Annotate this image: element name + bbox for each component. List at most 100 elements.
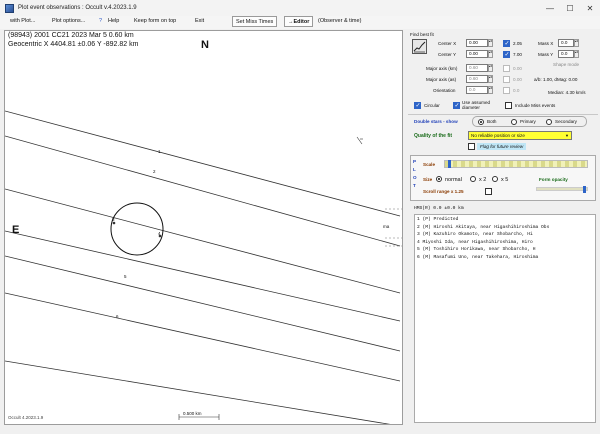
north-label: N bbox=[201, 39, 209, 51]
window-title: Plot event observations : Occult v.4.202… bbox=[18, 5, 137, 11]
quality-select-value: No reliable position or size bbox=[471, 133, 525, 138]
list-item[interactable]: 6 (M) Masafumi Uno, near Takehara, Hiros… bbox=[417, 254, 593, 262]
observers-list[interactable]: 1 (P) Predicted 2 (M) Hiroshi Akitaya, n… bbox=[414, 214, 596, 423]
center-y-label: Center Y bbox=[438, 52, 457, 57]
circular-checkbox[interactable] bbox=[414, 102, 421, 109]
scale-label: Scale bbox=[423, 162, 436, 167]
find-best-fit-button[interactable] bbox=[412, 39, 427, 54]
app-icon bbox=[5, 3, 14, 13]
opacity-slider-thumb[interactable] bbox=[583, 186, 586, 193]
fit-panel: Find best fit Center X 0.00 ▴▾ 2.05 Mass… bbox=[408, 30, 600, 425]
help-icon: ? bbox=[99, 18, 103, 24]
plot-side-label-o: O bbox=[413, 175, 417, 180]
chevron-down-icon: ▼ bbox=[565, 133, 569, 138]
chord-label: 5 bbox=[124, 274, 127, 279]
major-axis-km-input[interactable]: 0.60 bbox=[466, 64, 488, 72]
center-y-spinner[interactable]: ▴▾ bbox=[488, 50, 493, 58]
center-y-checkbox[interactable] bbox=[503, 51, 510, 58]
list-item[interactable]: 4 Miyoshi Ida, near Higashihiroshima, Hi… bbox=[417, 239, 593, 247]
list-item[interactable]: 2 (M) Hiroshi Akitaya, near Higashihiros… bbox=[417, 224, 593, 232]
mass-y-spinner[interactable]: ▴▾ bbox=[574, 50, 579, 58]
chord-label: 2 bbox=[153, 169, 156, 174]
chord-line bbox=[5, 135, 401, 247]
major-axis-km-checkbox[interactable] bbox=[503, 65, 510, 72]
flag-review-checkbox[interactable] bbox=[468, 143, 475, 150]
orientation-spinner[interactable]: ▴▾ bbox=[488, 86, 493, 94]
chord-line bbox=[5, 110, 401, 217]
double-both-radio[interactable] bbox=[478, 118, 484, 125]
editor-button[interactable]: →Editor bbox=[284, 16, 314, 27]
circular-label: Circular bbox=[424, 103, 440, 108]
chord-line bbox=[5, 188, 401, 294]
list-item[interactable]: 5 (M) Toshihiro Horikawa, near Shobarcho… bbox=[417, 246, 593, 254]
include-miss-checkbox[interactable] bbox=[505, 102, 512, 109]
orientation-checkbox[interactable] bbox=[503, 87, 510, 94]
mass-y-label: Mass Y bbox=[538, 52, 554, 57]
major-axis-spinner[interactable]: ▴▾ bbox=[488, 75, 493, 83]
menu-with-plot[interactable]: with Plot... bbox=[10, 18, 35, 24]
orientation-input[interactable]: 0.0 bbox=[466, 86, 488, 94]
major-axis-km-spinner[interactable]: ▴▾ bbox=[488, 64, 493, 72]
miss-label: ma bbox=[383, 224, 390, 229]
scroll-range-checkbox[interactable] bbox=[485, 188, 492, 195]
center-x-checkbox[interactable] bbox=[503, 40, 510, 47]
plot-side-label-t: T bbox=[413, 183, 416, 188]
plot-area[interactable]: (98943) 2001 CC21 2023 Mar 5 0.60 km Geo… bbox=[4, 30, 403, 425]
divider bbox=[408, 114, 598, 115]
menu-keep-on-top[interactable]: Keep form on top bbox=[134, 18, 176, 24]
close-button[interactable]: ✕ bbox=[580, 0, 600, 16]
chord-label: 6 bbox=[116, 314, 119, 319]
scroll-range-label: Scroll range x 1.25 bbox=[423, 189, 464, 194]
version-label: Occult 4.2023.1.9 bbox=[8, 415, 44, 420]
center-x-input[interactable]: 0.00 bbox=[466, 39, 488, 47]
size-x2-label: x 2 bbox=[479, 177, 487, 183]
form-opacity-label: Form opacity bbox=[539, 177, 568, 182]
fit-icon bbox=[413, 41, 426, 53]
plot-header-title: (98943) 2001 CC21 2023 Mar 5 0.60 km bbox=[8, 32, 134, 39]
double-secondary-label: Secondary bbox=[555, 119, 577, 124]
menu-plot-options[interactable]: Plot options... bbox=[52, 18, 85, 24]
double-primary-radio[interactable] bbox=[511, 118, 517, 125]
set-miss-times-button[interactable]: Set Miss Times bbox=[232, 16, 278, 27]
include-miss-label: Include Miss events bbox=[515, 103, 556, 108]
mass-y-input[interactable]: 0.0 bbox=[558, 50, 574, 58]
use-assumed-checkbox[interactable] bbox=[453, 102, 460, 109]
menu-exit[interactable]: Exit bbox=[195, 18, 204, 24]
opacity-slider[interactable] bbox=[536, 186, 588, 193]
size-x5-radio[interactable] bbox=[492, 176, 498, 182]
scale-slider-thumb[interactable] bbox=[448, 160, 451, 168]
major-axis-km-step: 0.00 bbox=[513, 66, 522, 71]
orientation-step: 0.0 bbox=[513, 88, 520, 93]
mass-x-input[interactable]: 0.0 bbox=[558, 39, 574, 47]
major-axis-checkbox[interactable] bbox=[503, 76, 510, 83]
major-axis-label: Major axis (as) bbox=[426, 77, 457, 82]
mass-x-label: Mass X bbox=[538, 41, 554, 46]
size-x5-label: x 5 bbox=[501, 177, 509, 183]
observers-header: HMS(R) 0.0 ±0.0 km bbox=[414, 206, 464, 211]
maximize-button[interactable]: ☐ bbox=[560, 0, 580, 16]
chord-label: 1 bbox=[158, 149, 161, 154]
median-text: Median: 4.30 km/s bbox=[548, 90, 586, 95]
center-x-spinner[interactable]: ▴▾ bbox=[488, 39, 493, 47]
major-axis-input[interactable]: 0.60 bbox=[466, 75, 488, 83]
flag-review-label: Flag for future review bbox=[477, 143, 527, 150]
size-normal-radio[interactable] bbox=[436, 176, 442, 182]
double-stars-label: Double stars - show bbox=[414, 119, 458, 124]
major-axis-step: 0.00 bbox=[513, 77, 522, 82]
plot-header-geocentric: Geocentric X 4404.81 ±0.06 Y -892.82 km bbox=[8, 41, 139, 48]
double-both-label: Both bbox=[487, 119, 497, 124]
list-item[interactable]: 3 (M) Kazuhiro Okamoto, near Shobarcho, … bbox=[417, 231, 593, 239]
quality-label: Quality of the fit bbox=[414, 133, 453, 139]
size-x2-radio[interactable] bbox=[470, 176, 476, 182]
double-secondary-radio[interactable] bbox=[546, 118, 552, 125]
mass-x-spinner[interactable]: ▴▾ bbox=[574, 39, 579, 47]
double-primary-label: Primary bbox=[520, 119, 536, 124]
list-item[interactable]: 1 (P) Predicted bbox=[417, 216, 593, 224]
menu-help[interactable]: Help bbox=[108, 18, 119, 24]
plot-side-label-p: P bbox=[413, 159, 417, 164]
scale-slider[interactable] bbox=[444, 160, 588, 168]
scale-bar-label: 0.500 km bbox=[183, 411, 202, 416]
minimize-button[interactable]: — bbox=[540, 0, 560, 16]
center-y-input[interactable]: 0.00 bbox=[466, 50, 488, 58]
quality-select[interactable]: No reliable position or size ▼ bbox=[468, 131, 572, 140]
